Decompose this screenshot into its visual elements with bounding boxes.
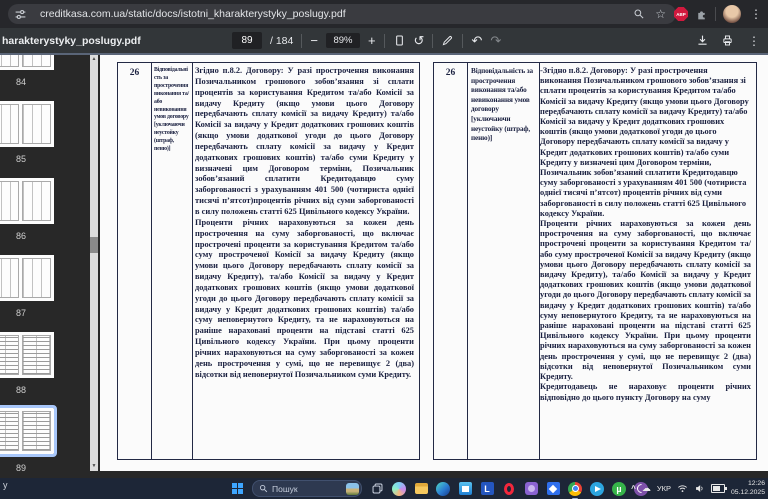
row-number: 26 [118, 63, 152, 459]
extensions-puzzle-icon[interactable] [695, 8, 708, 21]
scrollbar-down-icon[interactable]: ▼ [90, 462, 98, 471]
zoom-page-icon[interactable] [633, 8, 645, 20]
onedrive-cloud-icon[interactable]: ☁ [642, 483, 651, 494]
row-label: Відповідальність за прострочення виконан… [468, 63, 540, 459]
volume-icon[interactable] [694, 483, 705, 494]
row-text: -Згідно п.8.2. Договору: У разі простроч… [535, 63, 756, 459]
microsoft-store-icon[interactable] [458, 482, 472, 496]
browser-menu-icon[interactable]: ⋮ [748, 8, 764, 20]
page-thumbnail-selected[interactable] [0, 408, 54, 454]
fit-page-icon[interactable] [393, 34, 406, 47]
page-thumbnail[interactable] [0, 55, 54, 70]
edge-icon[interactable] [436, 482, 450, 496]
paragraph: -Згідно п.8.2. Договору: У разі простроч… [540, 66, 751, 219]
undo-icon[interactable]: ↶ [471, 34, 482, 47]
thumbnail-page-number: 86 [0, 231, 54, 241]
zoom-out-button[interactable]: − [310, 34, 318, 47]
paragraph: Проценти річних нараховуються за кожен д… [540, 219, 751, 382]
paragraph: Кредитодавець не нараховує проценти річн… [540, 382, 751, 402]
thumbnail-page-number: 89 [0, 463, 54, 471]
sidebar-scrollbar[interactable] [90, 55, 98, 471]
people-app-icon[interactable] [524, 482, 538, 496]
browser-toolbar: creditkasa.com.ua/static/docs/istotni_kh… [0, 0, 768, 28]
task-view-icon[interactable] [370, 482, 384, 496]
download-icon[interactable] [696, 34, 709, 47]
row-number: 26 [434, 63, 468, 459]
page-number-input[interactable] [232, 32, 262, 49]
scrollbar-up-icon[interactable]: ▲ [90, 55, 98, 64]
paragraph: Згідно п.8.2. Договору: У разі простроче… [195, 66, 414, 218]
thumbnail-page-number: 87 [0, 308, 54, 318]
divider [384, 34, 385, 48]
clock-date: 05.12.2025 [731, 489, 765, 498]
address-bar[interactable]: creditkasa.com.ua/static/docs/istotni_kh… [8, 4, 676, 24]
thumbnail-page-number: 88 [0, 385, 54, 395]
row-text: Згідно п.8.2. Договору: У разі простроче… [190, 63, 419, 459]
utorrent-icon[interactable]: µ [612, 482, 626, 496]
page-count-label: / 184 [270, 35, 293, 47]
start-button[interactable] [230, 482, 244, 496]
opera-icon[interactable] [502, 482, 516, 496]
pdf-toolbar: harakterystyky_poslugy.pdf / 184 − 89% +… [0, 28, 768, 53]
zoom-in-button[interactable]: + [368, 34, 376, 47]
page-thumbnail[interactable] [0, 255, 54, 301]
search-icon [259, 484, 268, 493]
adblock-extension-icon[interactable]: ABP [674, 7, 688, 21]
divider [462, 34, 463, 48]
scrollbar-thumb[interactable] [90, 237, 98, 253]
language-indicator[interactable]: УКР [657, 484, 671, 493]
bookmark-star-icon[interactable]: ☆ [655, 7, 666, 21]
pdf-page: 26 Відповідальні сть за прострочення вик… [100, 55, 768, 471]
print-icon[interactable] [721, 34, 734, 47]
thumbnail-panel: 84 85 86 87 88 89 ▲ ▼ [0, 55, 100, 471]
redo-icon[interactable]: ↷ [490, 34, 501, 47]
url-text: creditkasa.com.ua/static/docs/istotni_kh… [40, 8, 627, 20]
divider [715, 7, 716, 21]
rotate-icon[interactable]: ↺ [414, 34, 425, 47]
status-text: y [3, 480, 8, 490]
tray-expand-icon[interactable]: ^ [631, 484, 636, 493]
clock-time: 12:26 [731, 480, 765, 489]
battery-icon[interactable] [711, 484, 725, 493]
page-thumbnail[interactable] [0, 332, 54, 378]
table-left: 26 Відповідальні сть за прострочення вик… [117, 62, 420, 460]
copilot-icon[interactable] [392, 482, 406, 496]
site-settings-icon[interactable] [14, 8, 27, 21]
file-explorer-icon[interactable] [414, 482, 428, 496]
zoom-level: 89% [326, 33, 360, 48]
clock[interactable]: 12:26 05.12.2025 [731, 480, 765, 498]
row-label: Відповідальні сть за прострочення викона… [152, 63, 193, 459]
taskbar-search[interactable]: Пошук [252, 480, 362, 497]
telegram-icon[interactable] [590, 482, 604, 496]
chrome-icon[interactable] [568, 482, 582, 496]
page-thumbnail[interactable] [0, 101, 54, 147]
thumbnail-page-number: 84 [0, 77, 54, 87]
thumbnail-page-number: 85 [0, 154, 54, 164]
wifi-icon[interactable] [677, 483, 688, 494]
page-thumbnail[interactable] [0, 178, 54, 224]
search-placeholder: Пошук [272, 484, 342, 494]
divider [432, 34, 433, 48]
pdf-filename: harakterystyky_poslugy.pdf [2, 35, 141, 47]
profile-avatar[interactable] [723, 5, 741, 23]
screen: creditkasa.com.ua/static/docs/istotni_kh… [0, 0, 768, 499]
l-app-icon[interactable]: L [480, 482, 494, 496]
dropbox-icon[interactable] [546, 482, 560, 496]
taskbar: Пошук L µ ^ ☁ УКР [0, 478, 768, 499]
pdf-menu-icon[interactable]: ⋮ [746, 35, 762, 47]
paragraph: Проценти річних нараховуються за кожен д… [195, 218, 414, 381]
annotate-pen-icon[interactable] [441, 34, 454, 47]
table-right: 26 Відповідальність за прострочення вико… [433, 62, 757, 460]
divider [301, 34, 302, 48]
weather-widget-thumbnail [346, 483, 359, 495]
